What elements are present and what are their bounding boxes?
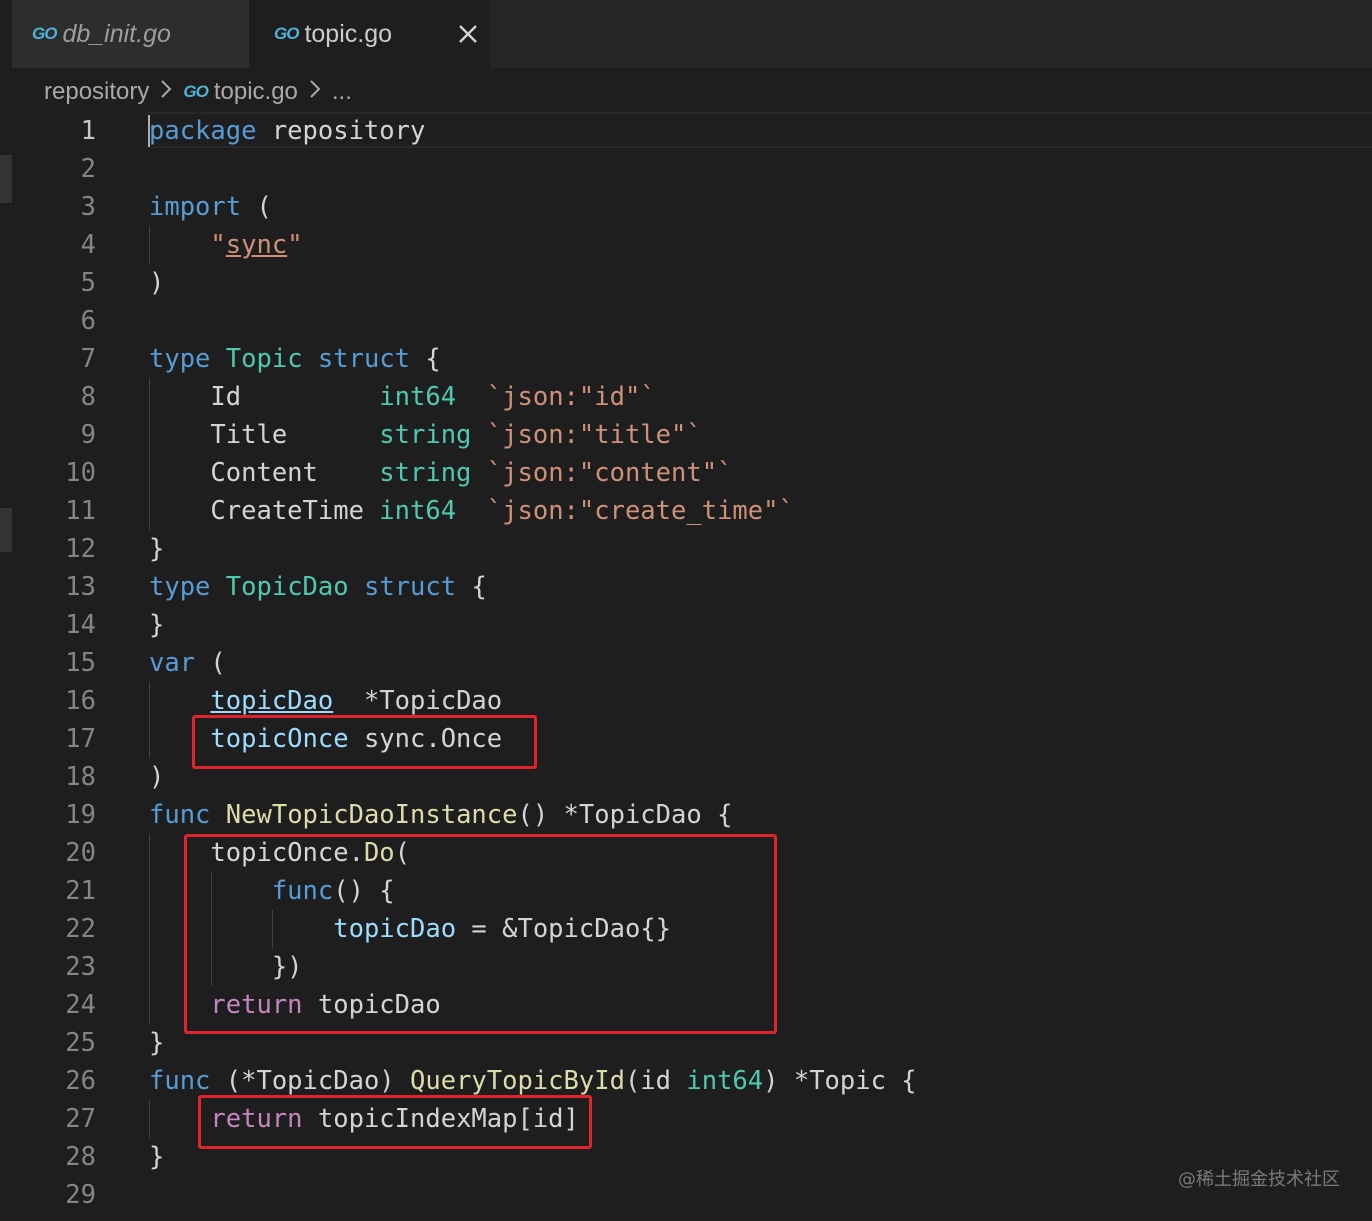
line-number: 8 <box>80 382 96 412</box>
line-number: 10 <box>65 458 96 488</box>
code-line[interactable]: 5) <box>12 264 1372 302</box>
chevron-right-icon <box>308 78 322 107</box>
breadcrumb: repository GO topic.go ... <box>44 72 352 112</box>
code-line[interactable]: 1 package repository <box>12 112 1372 150</box>
code-line[interactable]: 6 <box>12 302 1372 340</box>
code-line[interactable]: 10 Content string `json:"content"` <box>12 454 1372 492</box>
code-text: type TopicDao struct { <box>149 572 487 602</box>
scroll-mark <box>0 508 12 552</box>
line-number: 17 <box>65 724 96 754</box>
line-number: 14 <box>65 610 96 640</box>
code-text: } <box>149 1142 165 1172</box>
code-text: package repository <box>149 116 426 146</box>
scroll-mark <box>0 155 12 203</box>
line-number: 19 <box>65 800 96 830</box>
go-file-icon: GO <box>32 24 57 43</box>
highlight-box-once-do <box>184 834 777 1034</box>
line-number: 18 <box>65 762 96 792</box>
code-line[interactable]: 29 <box>12 1176 1372 1214</box>
go-file-icon: GO <box>274 24 299 43</box>
line-number: 20 <box>65 838 96 868</box>
close-icon[interactable] <box>450 16 486 52</box>
code-line[interactable]: 8 Id int64 `json:"id"` <box>12 378 1372 416</box>
code-text: Content string `json:"content"` <box>149 458 733 488</box>
code-line[interactable]: 15 var ( <box>12 644 1372 682</box>
code-line[interactable]: 13 type TopicDao struct { <box>12 568 1372 606</box>
go-file-icon: GO <box>183 82 208 101</box>
code-text: ) <box>149 268 165 298</box>
code-text: func NewTopicDaoInstance() *TopicDao { <box>149 800 733 830</box>
code-text: Title string `json:"title"` <box>149 420 702 450</box>
line-number: 23 <box>65 952 96 982</box>
chevron-right-icon <box>159 78 173 107</box>
code-line[interactable]: 11 CreateTime int64 `json:"create_time"` <box>12 492 1372 530</box>
code-text: } <box>149 1028 165 1058</box>
code-text: var ( <box>149 648 226 678</box>
line-number: 11 <box>65 496 96 526</box>
highlight-box-return <box>198 1095 592 1149</box>
code-line[interactable]: 14} <box>12 606 1372 644</box>
tab-label: topic.go <box>304 19 393 48</box>
code-text: "sync" <box>210 230 303 260</box>
breadcrumb-more[interactable]: ... <box>332 78 352 106</box>
line-number: 24 <box>65 990 96 1020</box>
line-number: 12 <box>65 534 96 564</box>
line-number: 9 <box>80 420 96 450</box>
line-number: 27 <box>65 1104 96 1134</box>
line-number: 21 <box>65 876 96 906</box>
tab-topic[interactable]: GO topic.go <box>250 0 490 68</box>
line-number: 2 <box>80 154 96 184</box>
code-text: CreateTime int64 `json:"create_time"` <box>149 496 794 526</box>
line-number: 5 <box>80 268 96 298</box>
code-line[interactable]: 19 func NewTopicDaoInstance() *TopicDao { <box>12 796 1372 834</box>
line-number: 28 <box>65 1142 96 1172</box>
text-cursor <box>148 115 150 147</box>
line-number: 4 <box>80 230 96 260</box>
code-line[interactable]: 3 import ( <box>12 188 1372 226</box>
line-number: 16 <box>65 686 96 716</box>
code-text: Id int64 `json:"id"` <box>149 382 656 412</box>
line-number: 29 <box>65 1180 96 1210</box>
line-number: 1 <box>80 116 96 146</box>
line-number: 26 <box>65 1066 96 1096</box>
code-line[interactable]: 2 <box>12 150 1372 188</box>
line-number: 15 <box>65 648 96 678</box>
code-line[interactable]: 12} <box>12 530 1372 568</box>
line-number: 3 <box>80 192 96 222</box>
tab-label: db_init.go <box>62 19 171 48</box>
line-number: 7 <box>80 344 96 374</box>
code-editor[interactable]: 1 package repository 2 3 import (4 "sync" 5) 6… <box>12 112 1372 1221</box>
code-text: type Topic struct { <box>149 344 441 374</box>
code-line[interactable]: 7 type Topic struct { <box>12 340 1372 378</box>
line-number: 25 <box>65 1028 96 1058</box>
activity-strip <box>0 0 12 1221</box>
code-line[interactable]: 4 "sync" <box>12 226 1372 264</box>
breadcrumb-folder[interactable]: repository <box>44 78 149 106</box>
code-text: } <box>149 610 165 640</box>
tab-bar: GO db_init.go GO topic.go <box>12 0 1372 68</box>
highlight-box-topiconce <box>192 715 537 769</box>
editor-window: GO db_init.go GO topic.go repository GO … <box>0 0 1372 1221</box>
code-text: } <box>149 534 165 564</box>
breadcrumb-file[interactable]: topic.go <box>214 78 298 106</box>
line-number: 6 <box>80 306 96 336</box>
line-number: 22 <box>65 914 96 944</box>
code-text: import ( <box>149 192 272 222</box>
tab-db-init[interactable]: GO db_init.go <box>12 0 250 68</box>
line-number: 13 <box>65 572 96 602</box>
code-line[interactable]: 9 Title string `json:"title"` <box>12 416 1372 454</box>
code-text: ) <box>149 762 165 792</box>
watermark: @稀土掘金技术社区 <box>1178 1169 1340 1190</box>
